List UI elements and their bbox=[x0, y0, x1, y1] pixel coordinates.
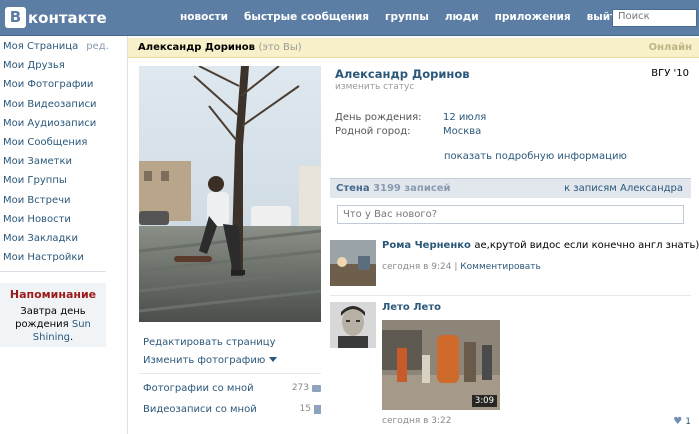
photos-with-me-row[interactable]: Фотографии со мной 273 bbox=[143, 378, 321, 399]
like-count: 1 bbox=[685, 416, 691, 427]
change-status-link[interactable]: изменить статус bbox=[335, 82, 414, 92]
sidebar-item-my-page[interactable]: Моя Страница ред. bbox=[0, 37, 109, 56]
like-button[interactable]: ♥ 1 bbox=[673, 416, 691, 427]
search-input[interactable]: Поиск bbox=[612, 9, 697, 27]
videos-count-value: 15 bbox=[299, 404, 311, 414]
hometown-label: Родной город: bbox=[335, 126, 411, 137]
reminder-prefix: Завтра bbox=[20, 306, 58, 317]
media-counts: Фотографии со мной 273 Видеозаписи со мно… bbox=[143, 378, 321, 420]
change-photo-label[interactable]: Изменить фотографию bbox=[143, 355, 265, 366]
edit-page-link[interactable]: Редактировать страницу bbox=[143, 334, 323, 352]
photos-count: 273 bbox=[292, 378, 321, 399]
avatar-image bbox=[330, 240, 376, 286]
sidebar-item-messages[interactable]: Мои Сообщения bbox=[0, 133, 108, 152]
sidebar-item-news[interactable]: Мои Новости bbox=[0, 210, 108, 229]
wall-post: Лето Лето 3:09 сегодня в 3:22 ♥ 1 bbox=[330, 302, 691, 432]
reminder-text: Завтра день рождения Sun Shining. bbox=[0, 305, 106, 344]
chevron-down-icon[interactable] bbox=[269, 357, 278, 362]
reminder-title: Напоминание bbox=[9, 288, 97, 301]
sidebar-item-events[interactable]: Мои Встречи bbox=[0, 191, 108, 210]
sidebar-item-label[interactable]: Моя Страница bbox=[3, 41, 78, 52]
hometown-row: Родной город: Москва bbox=[335, 126, 481, 137]
birthday-label: День рождения: bbox=[335, 112, 422, 123]
videos-with-me-label[interactable]: Видеозаписи со мной bbox=[143, 399, 257, 420]
avatar[interactable] bbox=[330, 302, 376, 348]
sidebar-item-audio[interactable]: Мои Аудиозаписи bbox=[0, 114, 108, 133]
profile-actions: Редактировать страницу Изменить фотограф… bbox=[143, 334, 323, 370]
post-time[interactable]: сегодня в 3:22 bbox=[382, 416, 451, 426]
actions-divider bbox=[139, 373, 321, 374]
nav-people[interactable]: люди bbox=[445, 11, 479, 23]
wall-post-input[interactable]: Что у Вас нового? bbox=[337, 205, 684, 224]
change-photo-link[interactable]: Изменить фотографию bbox=[143, 352, 323, 370]
profile-title-bar: Александр Доринов (это Вы) Онлайн bbox=[128, 38, 699, 58]
sidebar-item-settings[interactable]: Мои Настройки bbox=[0, 248, 108, 267]
photos-with-me-label[interactable]: Фотографии со мной bbox=[143, 378, 254, 399]
post-author-link[interactable]: Лето Лето bbox=[382, 302, 441, 313]
nav-news[interactable]: новости bbox=[180, 11, 228, 23]
film-icon bbox=[314, 405, 321, 414]
profile-photo[interactable] bbox=[139, 66, 321, 322]
camera-icon bbox=[312, 385, 321, 392]
post-time[interactable]: сегодня в 9:24 bbox=[382, 262, 451, 272]
sidebar-item-photos[interactable]: Мои Фотографии bbox=[0, 75, 108, 94]
title-name: Александр Доринов bbox=[138, 42, 255, 53]
sidebar-item-friends[interactable]: Мои Друзья bbox=[0, 56, 108, 75]
profile-photo-image bbox=[139, 66, 321, 322]
main-content: Александр Доринов (это Вы) Онлайн Редакт… bbox=[127, 36, 699, 434]
photos-count-value: 273 bbox=[291, 383, 309, 393]
sidebar-item-notes[interactable]: Мои Заметки bbox=[0, 152, 108, 171]
wall-count: 3199 записей bbox=[373, 183, 451, 194]
post-author: Рома Черненко ае,крутой видос если конеч… bbox=[382, 240, 699, 251]
avatar-image bbox=[330, 302, 376, 348]
show-more-info-link[interactable]: показать подробную информацию bbox=[444, 151, 627, 162]
reminder-friend-link-2[interactable]: Shining bbox=[33, 332, 70, 343]
hometown-value[interactable]: Москва bbox=[443, 126, 481, 137]
wall-title: Стена 3199 записей bbox=[336, 183, 451, 194]
title-you: (это Вы) bbox=[258, 42, 302, 53]
online-status: Онлайн bbox=[648, 42, 692, 53]
comment-link[interactable]: Комментировать bbox=[460, 262, 541, 272]
reminder-birthday-link-2[interactable]: рождения bbox=[15, 319, 69, 330]
university-label[interactable]: ВГУ '10 bbox=[651, 68, 689, 79]
top-nav: новости быстрые сообщения группы люди пр… bbox=[180, 11, 640, 23]
avatar[interactable] bbox=[330, 240, 376, 286]
reminder-suffix: . bbox=[70, 332, 74, 343]
sidebar-item-groups[interactable]: Мои Группы bbox=[0, 171, 108, 190]
meta-separator: | bbox=[454, 262, 458, 272]
reminder-box: Напоминание Завтра день рождения Sun Shi… bbox=[0, 283, 106, 347]
wall-post: Рома Черненко ае,крутой видос если конеч… bbox=[330, 240, 699, 286]
nav-groups[interactable]: группы bbox=[385, 11, 429, 23]
sidebar-item-videos[interactable]: Мои Видеозаписи bbox=[0, 95, 108, 114]
videos-with-me-row[interactable]: Видеозаписи со мной 15 bbox=[143, 399, 321, 420]
nav-quick-messages[interactable]: быстрые сообщения bbox=[244, 11, 369, 23]
birthday-row: День рождения: 12 июля bbox=[335, 112, 486, 123]
post-text: ае,крутой видос если конечно англ знать) bbox=[474, 240, 699, 251]
profile-title: Александр Доринов (это Вы) bbox=[138, 42, 302, 53]
post-meta: сегодня в 9:24 | Комментировать bbox=[382, 262, 541, 272]
logo-icon: В bbox=[5, 7, 26, 28]
logo-text: контакте bbox=[28, 8, 107, 27]
reminder-friend-link[interactable]: Sun bbox=[72, 319, 91, 330]
video-duration: 3:09 bbox=[471, 395, 497, 407]
wall-title-text: Стена bbox=[336, 183, 370, 194]
wall-header: Стена 3199 записей к записям Александра bbox=[330, 178, 691, 198]
top-header: В контакте новости быстрые сообщения гру… bbox=[0, 0, 699, 36]
heart-icon[interactable]: ♥ bbox=[673, 416, 682, 427]
menu-divider bbox=[0, 271, 106, 272]
videos-count: 15 bbox=[300, 399, 321, 420]
edit-link[interactable]: ред. bbox=[86, 41, 109, 52]
sidebar-item-bookmarks[interactable]: Мои Закладки bbox=[0, 229, 108, 248]
reminder-birthday-link[interactable]: день bbox=[60, 306, 86, 317]
left-menu: Моя Страница ред. Мои Друзья Мои Фотограф… bbox=[0, 37, 109, 267]
profile-name: Александр Доринов bbox=[335, 67, 470, 81]
post-divider bbox=[330, 295, 691, 296]
vkontakte-logo[interactable]: В контакте bbox=[5, 7, 107, 28]
birthday-value[interactable]: 12 июля bbox=[443, 112, 486, 123]
nav-apps[interactable]: приложения bbox=[495, 11, 571, 23]
wall-posts-link[interactable]: к записям Александра bbox=[564, 183, 683, 194]
post-author-link[interactable]: Рома Черненко bbox=[382, 240, 471, 251]
video-thumbnail[interactable]: 3:09 bbox=[382, 320, 500, 410]
